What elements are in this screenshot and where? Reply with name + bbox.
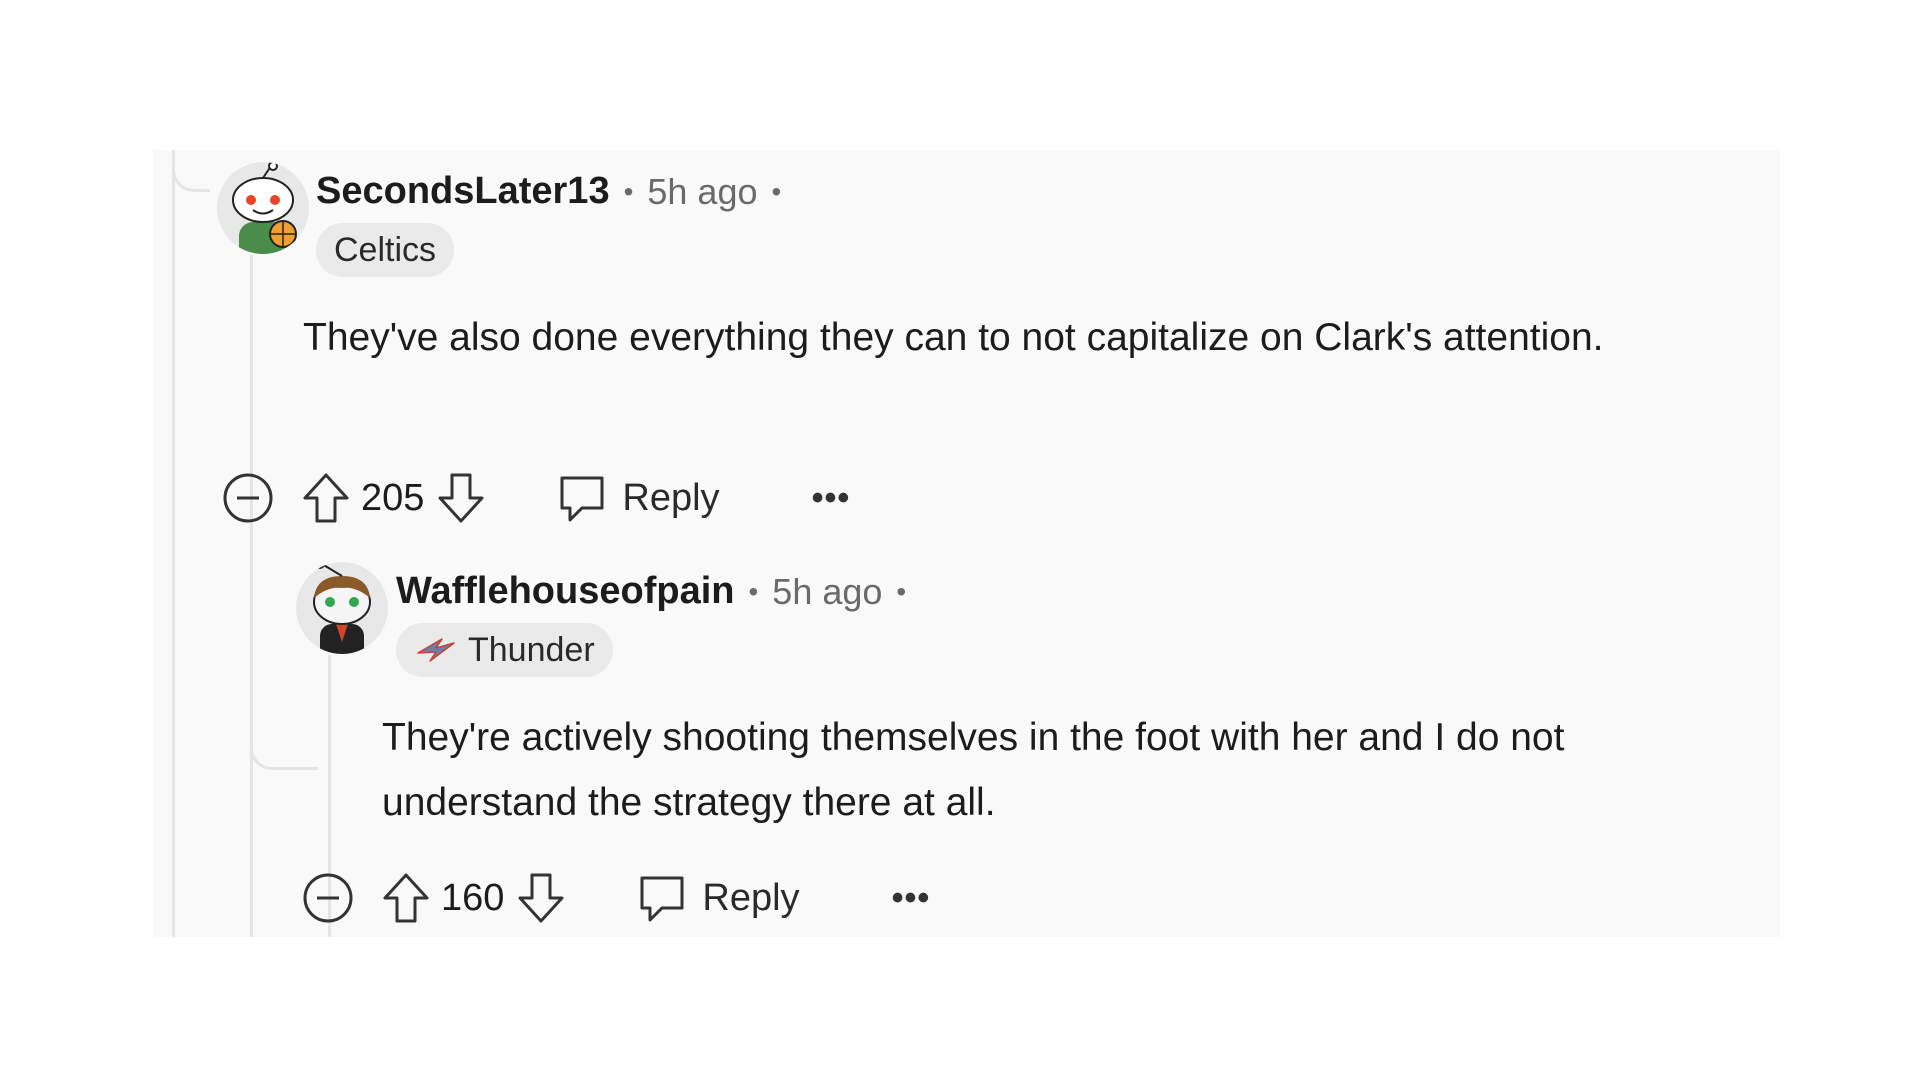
reply-button[interactable]: Reply — [636, 872, 800, 924]
downvote-icon — [438, 473, 484, 523]
comment-body: They've also done everything they can to… — [303, 316, 1604, 359]
reddit-snoo-basketball-avatar — [217, 162, 309, 254]
comment-actions: 205 Reply ••• — [221, 468, 850, 528]
separator: • — [623, 175, 634, 207]
downvote-button[interactable] — [516, 871, 566, 925]
collapse-icon — [223, 473, 273, 523]
separator: • — [896, 575, 907, 607]
thread-connector — [172, 150, 210, 192]
flair-label: Thunder — [468, 630, 595, 669]
downvote-icon — [518, 873, 564, 923]
collapse-icon — [303, 873, 353, 923]
avatar[interactable] — [296, 562, 388, 654]
collapse-button[interactable] — [221, 471, 275, 525]
flair-label: Celtics — [334, 230, 437, 269]
reply-label: Reply — [622, 476, 720, 519]
collapse-button[interactable] — [301, 871, 355, 925]
upvote-button[interactable] — [301, 471, 351, 525]
avatar[interactable] — [217, 162, 309, 254]
upvote-button[interactable] — [381, 871, 431, 925]
vote-score: 205 — [361, 476, 425, 519]
separator: • — [748, 575, 759, 607]
parent-thread-line — [172, 150, 175, 937]
thunder-logo-icon — [417, 638, 455, 662]
comment-header: Wafflehouseofpain • 5h ago • — [396, 570, 906, 613]
timestamp[interactable]: 5h ago — [772, 571, 882, 613]
reply-thread-connector — [250, 710, 318, 770]
separator: • — [771, 175, 782, 207]
user-flair: Celtics — [316, 223, 455, 277]
upvote-icon — [383, 873, 429, 923]
upvote-icon — [303, 473, 349, 523]
more-options-button[interactable]: ••• — [892, 881, 931, 915]
comment-thread-line[interactable] — [250, 255, 253, 937]
reply-label: Reply — [702, 876, 800, 919]
more-options-button[interactable]: ••• — [812, 481, 851, 515]
vote-score: 160 — [441, 876, 505, 919]
user-flair: Thunder — [396, 623, 613, 677]
comment-header: SecondsLater13 • 5h ago • — [316, 170, 781, 213]
downvote-button[interactable] — [436, 471, 486, 525]
reply-button[interactable]: Reply — [556, 472, 720, 524]
comment-thread: SecondsLater13 • 5h ago • Celtics They'v… — [153, 150, 1780, 937]
comment-bubble-icon — [560, 476, 604, 522]
reddit-snoo-bearded-avatar — [296, 562, 388, 654]
comment-bubble-icon — [640, 876, 684, 922]
username[interactable]: Wafflehouseofpain — [396, 570, 734, 613]
username[interactable]: SecondsLater13 — [316, 170, 610, 213]
timestamp[interactable]: 5h ago — [647, 171, 757, 213]
comment-body: They're actively shooting themselves in … — [382, 716, 1565, 824]
comment-actions: 160 Reply ••• — [301, 868, 930, 928]
